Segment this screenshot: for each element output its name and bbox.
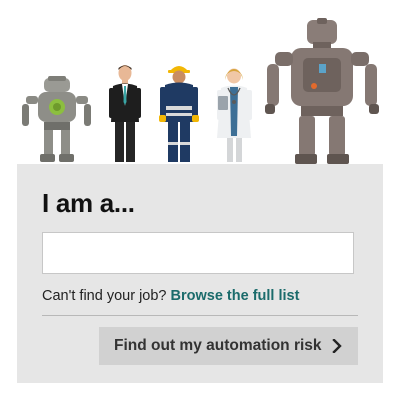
browse-full-list-link[interactable]: Browse the full list [171, 288, 300, 304]
submit-button-label: Find out my automation risk [114, 337, 322, 354]
divider [42, 315, 358, 316]
job-search-input[interactable] [42, 232, 354, 274]
chevron-right-icon [331, 338, 342, 354]
job-search-panel: I am a... Can't find your job? Browse th… [17, 164, 383, 383]
page-title: I am a... [42, 188, 135, 218]
help-text-prefix: Can't find your job? [42, 288, 167, 304]
help-text: Can't find your job? Browse the full lis… [42, 288, 299, 304]
doctor-figure [217, 68, 252, 162]
occupation-illustration [0, 0, 400, 165]
find-automation-risk-button[interactable]: Find out my automation risk [99, 327, 358, 365]
large-robot-figure [265, 18, 379, 164]
construction-worker-figure [159, 66, 199, 162]
small-robot-figure [22, 76, 91, 162]
businessman-figure [109, 65, 141, 162]
